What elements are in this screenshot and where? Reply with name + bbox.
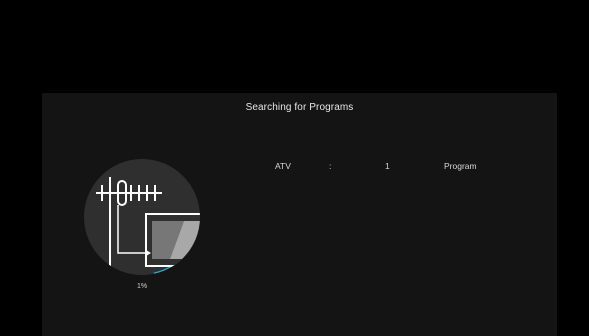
progress-percent: 1%: [136, 283, 148, 290]
dialog-title: Searching for Programs: [245, 102, 354, 113]
channel-search-dialog: Searching for Programs ATV : 1 Program 1…: [42, 93, 557, 336]
antenna-tv-icon: [84, 159, 200, 275]
result-separator: :: [329, 161, 332, 171]
result-type: ATV: [275, 161, 291, 171]
result-unit: Program: [444, 161, 477, 171]
screen: Searching for Programs ATV : 1 Program 1…: [0, 0, 589, 336]
result-count: 1: [385, 161, 390, 171]
